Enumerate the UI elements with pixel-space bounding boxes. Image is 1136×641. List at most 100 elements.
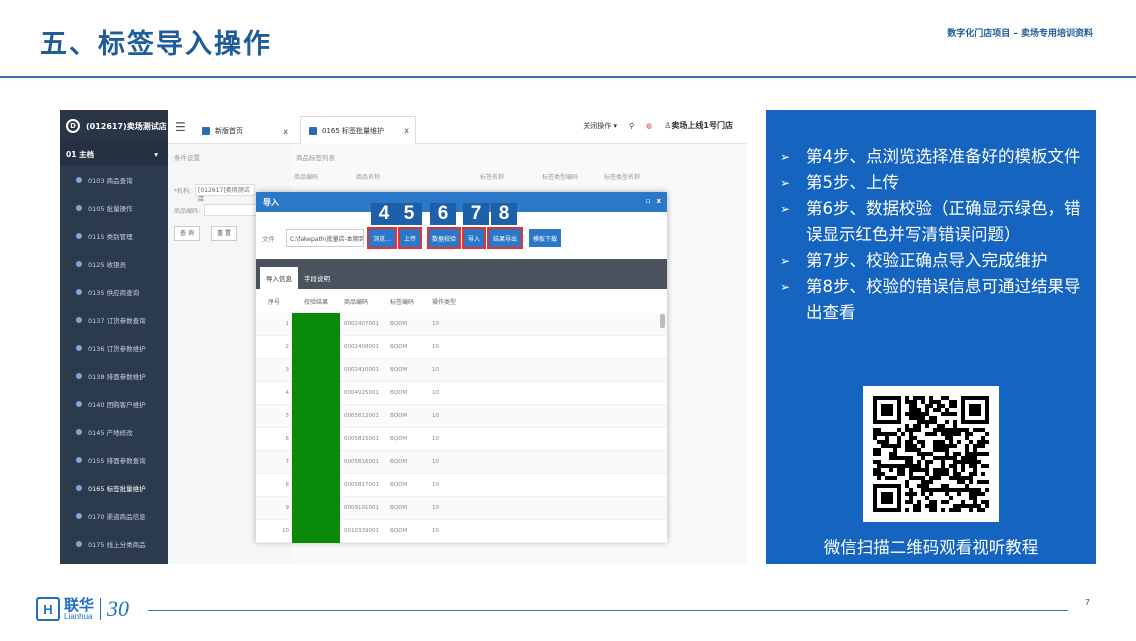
search-icon[interactable]: ⚲ (629, 122, 634, 130)
menu-bullet-icon (76, 317, 82, 323)
user-store[interactable]: ♙卖场上线1号门店 (664, 120, 733, 131)
sidebar-item[interactable]: 0145 产地修改 (60, 418, 168, 446)
sidebar-item[interactable]: 0140 团购客户维护 (60, 390, 168, 418)
row-code: 0005815001 (344, 436, 379, 442)
slide-title: 五、标签导入操作 (40, 29, 272, 60)
close-icon[interactable]: x (656, 197, 661, 205)
sidebar-item-label: 0145 产地修改 (88, 429, 133, 437)
step-text: 第6步、数据校验（正确显示绿色，错误显示红色并写清错误问题） (806, 199, 1081, 244)
module-menu[interactable]: 01 主档 ▾ (60, 142, 168, 166)
step-badge-4: 4 (371, 203, 397, 225)
row-seq: 10 (282, 528, 289, 534)
row-op: 10 (432, 367, 439, 373)
table-row[interactable]: 8 0005817001 BQDM 10 (256, 473, 667, 497)
sidebar-item[interactable]: 0135 供应商查询 (60, 278, 168, 306)
validation-ok-cell (292, 335, 340, 359)
filter-title: 条件设置 (174, 154, 200, 162)
store-name: 卖场上线1号门店 (671, 121, 733, 130)
validation-ok-cell (292, 427, 340, 451)
sidebar-item[interactable]: 0105 批量操作 (60, 194, 168, 222)
sidebar-item[interactable]: 0175 线上分类商品 (60, 530, 168, 558)
org-select[interactable]: [012617]卖场测试店 (195, 184, 256, 203)
row-code: 0002408001 (344, 344, 379, 350)
step-badge-7: 7 (463, 203, 489, 225)
table-row[interactable]: 2 0002408001 BQDM 10 (256, 335, 667, 359)
tab-import-info[interactable]: 导入信息 (260, 267, 298, 289)
col-code: 商品编码 (344, 298, 369, 306)
close-icon[interactable]: x (404, 126, 409, 135)
company-header[interactable]: D (012617)卖场测试店 (60, 110, 168, 142)
table-row[interactable]: 6 0005815001 BQDM 10 (256, 427, 667, 451)
maximize-icon[interactable]: ▫ (646, 197, 651, 205)
table-row[interactable]: 10 0010339001 BQDM 10 (256, 519, 667, 543)
query-button[interactable]: 查 询 (174, 226, 200, 241)
sidebar-item-label: 0136 订货参数维护 (88, 345, 146, 353)
table-row[interactable]: 3 0002410001 BQDM 10 (256, 358, 667, 382)
sidebar-item[interactable]: 0136 订货参数维护 (60, 334, 168, 362)
org-label: *机构: (174, 187, 192, 195)
validate-button[interactable]: 数据校验 (427, 227, 461, 249)
arrow-bullet-icon: ➢ (780, 280, 791, 294)
grid-scrollbar[interactable] (660, 304, 665, 524)
sidebar-item[interactable]: 0103 商品查询 (60, 166, 168, 194)
validation-ok-cell (292, 312, 340, 336)
step-text: 第5步、上传 (806, 173, 899, 192)
menu-bullet-icon (76, 541, 82, 547)
row-tag: BQDM (390, 528, 408, 534)
table-row[interactable]: 4 0004925001 BQDM 10 (256, 381, 667, 405)
browse-button[interactable]: 浏览... (367, 227, 397, 249)
menu-bullet-icon (76, 485, 82, 491)
sidebar-item[interactable]: 0115 类别管理 (60, 222, 168, 250)
alert-icon[interactable]: ◍ (646, 122, 652, 130)
tab-field-desc[interactable]: 字段说明 (298, 267, 336, 289)
caret-down-icon: ▾ (154, 149, 158, 159)
template-download-button[interactable]: 模板下载 (529, 229, 561, 247)
sidebar-item-label: 0140 团购客户维护 (88, 401, 146, 409)
sidebar-item[interactable]: 0137 订货参数查询 (60, 306, 168, 334)
row-seq: 1 (285, 321, 290, 327)
step-btn-wrap: 4 浏览... (364, 203, 397, 249)
close-icon[interactable]: x (283, 127, 288, 136)
row-tag: BQDM (390, 390, 408, 396)
table-row[interactable]: 1 0002407001 BQDM 10 (256, 312, 667, 336)
tab-label-maintenance[interactable]: 0165 标签批量维护 x (300, 116, 416, 144)
row-tag: BQDM (390, 344, 408, 350)
step-text: 第4步、点浏览选择准备好的模板文件 (806, 147, 1081, 166)
code-label: 商品编码: (174, 207, 201, 215)
validation-ok-cell (292, 358, 340, 382)
row-code: 0009191001 (344, 505, 379, 511)
row-op: 10 (432, 390, 439, 396)
list-column-header: 标签名称 (480, 174, 505, 181)
table-row[interactable]: 5 0005812001 BQDM 10 (256, 404, 667, 428)
sidebar-item[interactable]: 0138 排面参数维护 (60, 362, 168, 390)
table-row[interactable]: 7 0005816001 BQDM 10 (256, 450, 667, 474)
row-op: 10 (432, 436, 439, 442)
file-path-input[interactable]: C:\fakepath\批量店-本期到 (286, 229, 364, 247)
tab-home[interactable]: 新版首页 x (198, 118, 294, 144)
menu-icon[interactable]: ☰ (175, 120, 186, 134)
step-text: 第7步、校验正确点导入完成维护 (806, 251, 1048, 270)
menu-bullet-icon (76, 513, 82, 519)
reset-button[interactable]: 重 置 (211, 226, 238, 241)
table-row[interactable]: 9 0009191001 BQDM 10 (256, 496, 667, 520)
row-code: 0002407001 (344, 321, 379, 327)
list-column-header (414, 172, 476, 181)
sidebar-item[interactable]: 0165 标签批量维护 (60, 474, 168, 502)
step-item: ➢ 第8步、校验的错误信息可通过结果导出查看 (780, 274, 1082, 326)
upload-button[interactable]: 上传 (398, 227, 422, 249)
modal-header: 导入 ▫ x (256, 192, 667, 212)
ops-dropdown[interactable]: 关闭操作 ▾ (583, 121, 617, 131)
row-seq: 2 (285, 344, 290, 350)
import-button[interactable]: 导入 (462, 227, 486, 249)
step-item: ➢ 第6步、数据校验（正确显示绿色，错误显示红色并写清错误问题） (780, 196, 1082, 248)
row-seq: 8 (285, 482, 290, 488)
sidebar-item[interactable]: 0170 渠道商品信息 (60, 502, 168, 530)
sidebar-item-label: 0115 类别管理 (88, 233, 133, 241)
import-modal: 导入 ▫ x 文件 C:\fakepath\批量店-本期到 4 浏览... 5 … (256, 192, 667, 543)
validation-ok-cell (292, 450, 340, 474)
sidebar-item[interactable]: 0125 收银员 (60, 250, 168, 278)
row-seq: 4 (285, 390, 290, 396)
sidebar-item-label: 0125 收银员 (88, 261, 127, 269)
sidebar-item[interactable]: 0155 排面参数查询 (60, 446, 168, 474)
export-result-button[interactable]: 结果导出 (487, 227, 523, 249)
